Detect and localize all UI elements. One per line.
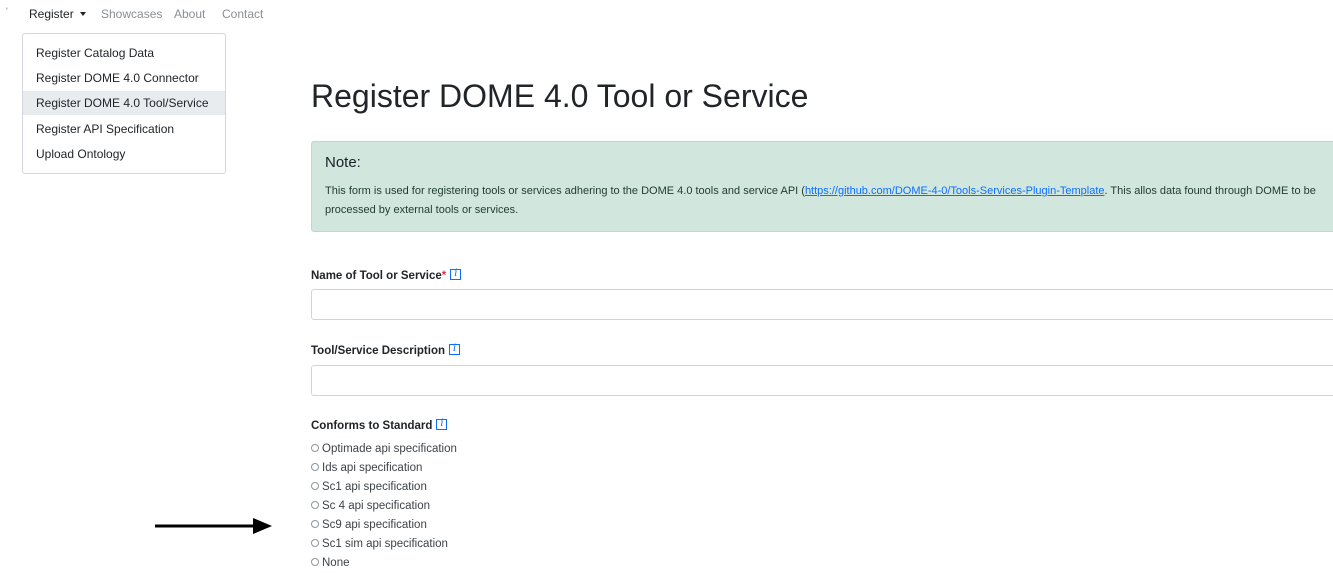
radio-circle-icon[interactable] [311, 558, 319, 566]
note-title: Note: [325, 154, 361, 171]
radio-circle-icon[interactable] [311, 482, 319, 490]
radio-option-optimade[interactable]: Optimade api specification [311, 443, 457, 455]
name-label-text: Name of Tool or Service [311, 270, 442, 282]
nav-bullet-icon: ' [6, 6, 8, 16]
radio-circle-icon[interactable] [311, 520, 319, 528]
arrow-right-icon [155, 518, 272, 534]
radio-label: None [322, 557, 350, 569]
radio-label: Sc1 api specification [322, 481, 427, 493]
description-input[interactable] [311, 365, 1333, 396]
note-github-link[interactable]: https://github.com/DOME-4-0/Tools-Servic… [805, 185, 1105, 197]
radio-label: Sc1 sim api specification [322, 538, 448, 550]
radio-circle-icon[interactable] [311, 539, 319, 547]
radio-option-sc4[interactable]: Sc 4 api specification [311, 500, 430, 512]
dropdown-item-register-dome-connector[interactable]: Register DOME 4.0 Connector [23, 66, 225, 90]
radio-option-sc9[interactable]: Sc9 api specification [311, 519, 427, 531]
radio-circle-icon[interactable] [311, 501, 319, 509]
required-asterisk: * [441, 270, 447, 282]
radio-label: Ids api specification [322, 462, 423, 474]
info-icon[interactable] [449, 343, 460, 355]
info-icon[interactable] [450, 268, 462, 280]
note-alert: Note: This form is used for registering … [311, 141, 1333, 232]
nav-showcases-link[interactable]: Showcases [101, 7, 162, 21]
radio-label: Sc 4 api specification [322, 500, 431, 512]
dropdown-item-register-dome-tool-service[interactable]: Register DOME 4.0 Tool/Service [23, 91, 225, 115]
standard-label-text: Conforms to Standard [311, 420, 433, 432]
nav-register-label: Register [29, 7, 74, 21]
description-label-text: Tool/Service Description [311, 345, 445, 357]
description-field-label: Tool/Service Description [311, 343, 460, 357]
radio-label: Optimade api specification [322, 443, 457, 455]
radio-option-ids[interactable]: Ids api specification [311, 462, 422, 474]
nav-about-link[interactable]: About [174, 7, 205, 21]
nav-contact-link[interactable]: Contact [222, 7, 263, 21]
radio-option-sc1-sim[interactable]: Sc1 sim api specification [311, 538, 448, 550]
dropdown-item-upload-ontology[interactable]: Upload Ontology [23, 142, 225, 166]
note-text-before: This form is used for registering tools … [325, 185, 805, 197]
radio-label: Sc9 api specification [322, 519, 427, 531]
radio-option-none[interactable]: None [311, 557, 350, 569]
name-field-label: Name of Tool or Service* [311, 268, 462, 282]
register-dropdown-menu: Register Catalog Data Register DOME 4.0 … [22, 33, 226, 174]
note-text: This form is used for registering tools … [325, 182, 1325, 220]
dropdown-item-register-api-specification[interactable]: Register API Specification [23, 117, 225, 141]
name-input[interactable] [311, 289, 1333, 320]
radio-circle-icon[interactable] [311, 444, 319, 452]
standard-field-label: Conforms to Standard [311, 418, 448, 432]
info-icon[interactable] [436, 418, 448, 430]
radio-circle-icon[interactable] [311, 463, 319, 471]
nav-register-dropdown[interactable]: Register [29, 7, 86, 21]
dropdown-item-register-catalog-data[interactable]: Register Catalog Data [23, 41, 225, 65]
caret-down-icon [79, 12, 86, 16]
radio-option-sc1[interactable]: Sc1 api specification [311, 481, 427, 493]
page-title: Register DOME 4.0 Tool or Service [311, 78, 809, 114]
